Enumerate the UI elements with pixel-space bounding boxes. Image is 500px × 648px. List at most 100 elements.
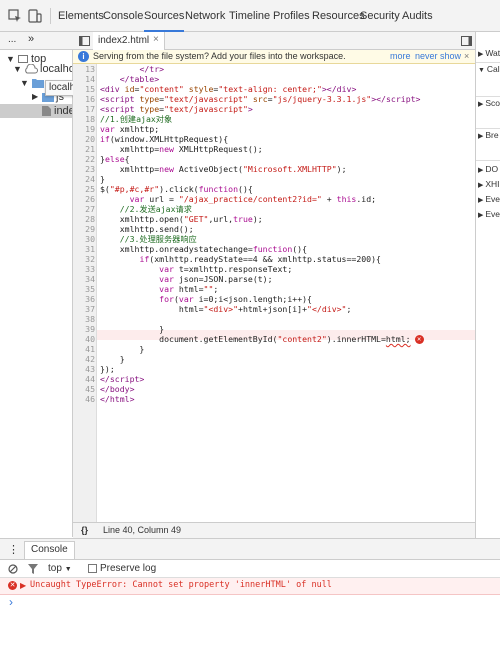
navigator-chevron-button[interactable]: »: [28, 33, 34, 45]
line-number[interactable]: 38: [73, 314, 95, 324]
line-number[interactable]: 15: [73, 84, 95, 94]
code-line: </tr>: [139, 64, 165, 74]
line-number[interactable]: 17: [73, 104, 95, 114]
code-line: $("#p,#c,#r").click(function(){: [100, 184, 253, 194]
expand-arrow-icon: ▼: [20, 78, 29, 88]
tab-console-drawer[interactable]: Console: [24, 541, 75, 559]
code-line: </script>: [100, 374, 145, 384]
line-number[interactable]: 35: [73, 284, 95, 294]
tab-security[interactable]: Security: [360, 0, 400, 32]
editor-tab-index2[interactable]: index2.html ×: [93, 32, 165, 50]
line-number[interactable]: 28: [73, 214, 95, 224]
line-number[interactable]: 45: [73, 384, 95, 394]
filter-icon[interactable]: [28, 564, 38, 574]
line-number[interactable]: 39: [73, 324, 95, 334]
tab-resources[interactable]: Resources: [312, 0, 365, 32]
line-number[interactable]: 22: [73, 154, 95, 164]
line-number[interactable]: 23: [73, 164, 95, 174]
code-line: var t=xmlhttp.responseText;: [159, 264, 293, 274]
drawer-menu-icon[interactable]: ⋮: [8, 543, 19, 556]
error-text: Uncaught TypeError: Cannot set property …: [30, 580, 332, 590]
line-number[interactable]: 27: [73, 204, 95, 214]
line-number[interactable]: 30: [73, 234, 95, 244]
pane-dom-breakpoints[interactable]: ▶ DO: [478, 162, 498, 176]
code-line: //3.处理服务器响应: [119, 234, 197, 244]
code-line: xmlhttp.send();: [100, 224, 194, 234]
line-number[interactable]: 24: [73, 174, 95, 184]
line-number[interactable]: 20: [73, 134, 95, 144]
line-number[interactable]: 29: [73, 224, 95, 234]
line-number[interactable]: 31: [73, 244, 95, 254]
preserve-log-label: Preserve log: [100, 563, 157, 574]
line-number[interactable]: 25: [73, 184, 95, 194]
context-selector[interactable]: top ▼: [48, 563, 72, 574]
debugger-sidebar: ▶ Wat ▼ Call ▶ Sco ▶ Bre ▶ DO ▶ XHI ▶ Ev…: [475, 32, 500, 538]
inspect-element-icon[interactable]: [8, 9, 22, 23]
close-tab-icon[interactable]: ×: [153, 34, 159, 45]
tab-timeline[interactable]: Timeline: [229, 0, 270, 32]
code-line: if(xmlhttp.readyState==4 && xmlhttp.stat…: [139, 254, 381, 264]
line-number[interactable]: 44: [73, 374, 95, 384]
line-number[interactable]: 37: [73, 304, 95, 314]
pane-event-listener-breakpoints[interactable]: ▶ Eve: [478, 192, 500, 206]
infobar-more-link[interactable]: more: [390, 50, 411, 63]
line-number[interactable]: 40: [73, 334, 95, 344]
line-number[interactable]: 33: [73, 264, 95, 274]
console-error-message[interactable]: ✕ ▶ Uncaught TypeError: Cannot set prope…: [0, 578, 500, 595]
infobar-message: Serving from the file system? Add your f…: [93, 51, 346, 61]
code-line: xmlhttp=new XMLHttpRequest();: [100, 144, 263, 154]
tab-network[interactable]: Network: [185, 0, 225, 32]
pretty-print-button[interactable]: {}: [81, 523, 88, 538]
tab-profiles[interactable]: Profiles: [273, 0, 310, 32]
device-mode-icon[interactable]: [28, 9, 42, 23]
folder-icon: [32, 79, 44, 88]
code-line: xmlhttp=new ActiveObject("Microsoft.XMLH…: [100, 164, 347, 174]
line-number[interactable]: 32: [73, 254, 95, 264]
navigator-more-button[interactable]: ...: [8, 34, 16, 45]
line-number[interactable]: 19: [73, 124, 95, 134]
error-icon[interactable]: ✕: [414, 335, 424, 344]
code-line: }: [100, 344, 145, 354]
line-number[interactable]: 36: [73, 294, 95, 304]
error-expand-icon[interactable]: ▶: [20, 581, 26, 590]
pane-watch[interactable]: ▶ Wat: [478, 46, 500, 60]
code-line: </html>: [100, 394, 135, 404]
line-number[interactable]: 26: [73, 194, 95, 204]
clear-console-icon[interactable]: [8, 564, 18, 574]
line-number[interactable]: 14: [73, 74, 95, 84]
file-navigator: ▼ top ▼ localhost:8080 ▼ ▶ js index2.htm…: [0, 50, 73, 537]
code-editor[interactable]: 13 14 15 16 17 18 19 20 21 22 23 24 25 26 27 28 29 30 31 32…: [73, 64, 475, 530]
pane-event-listeners[interactable]: ▶ Eve: [478, 207, 500, 221]
line-number[interactable]: 43: [73, 364, 95, 374]
pane-call-stack[interactable]: ▼ Call: [478, 62, 500, 76]
tab-console[interactable]: Console: [103, 0, 143, 32]
infobar-never-show-link[interactable]: never show: [415, 50, 461, 63]
preserve-log-checkbox[interactable]: [88, 564, 97, 573]
info-icon: i: [78, 51, 89, 62]
console-input[interactable]: ›: [0, 595, 500, 648]
pane-scope[interactable]: ▶ Sco: [478, 96, 500, 110]
line-number[interactable]: 42: [73, 354, 95, 364]
code-line: var url = "/ajax_practice/content2?id=" …: [129, 194, 377, 204]
line-number[interactable]: 16: [73, 94, 95, 104]
line-number[interactable]: 18: [73, 114, 95, 124]
line-number[interactable]: 21: [73, 144, 95, 154]
line-number[interactable]: 46: [73, 394, 95, 404]
tab-sources[interactable]: Sources: [144, 0, 185, 32]
code-line: </body>: [100, 384, 135, 394]
pane-xhr-breakpoints[interactable]: ▶ XHI: [478, 177, 500, 191]
pane-breakpoints[interactable]: ▶ Bre: [478, 128, 499, 142]
tab-audits[interactable]: Audits: [402, 0, 433, 32]
line-number[interactable]: 41: [73, 344, 95, 354]
code-line: //2.发送ajax请求: [119, 204, 192, 214]
code-line: }: [100, 174, 105, 184]
toggle-debugger-icon[interactable]: [461, 36, 472, 46]
tab-elements[interactable]: Elements: [58, 0, 104, 32]
line-number[interactable]: 13: [73, 64, 95, 74]
line-number[interactable]: 34: [73, 274, 95, 284]
toggle-navigator-icon[interactable]: [79, 36, 90, 46]
code-line-error: document.getElementById("content2").inne…: [100, 334, 424, 344]
infobar-close-icon[interactable]: ×: [464, 50, 469, 63]
tree-label-origin: localhost:8080: [40, 63, 73, 75]
tree-item-index2[interactable]: index2.html: [0, 104, 72, 118]
